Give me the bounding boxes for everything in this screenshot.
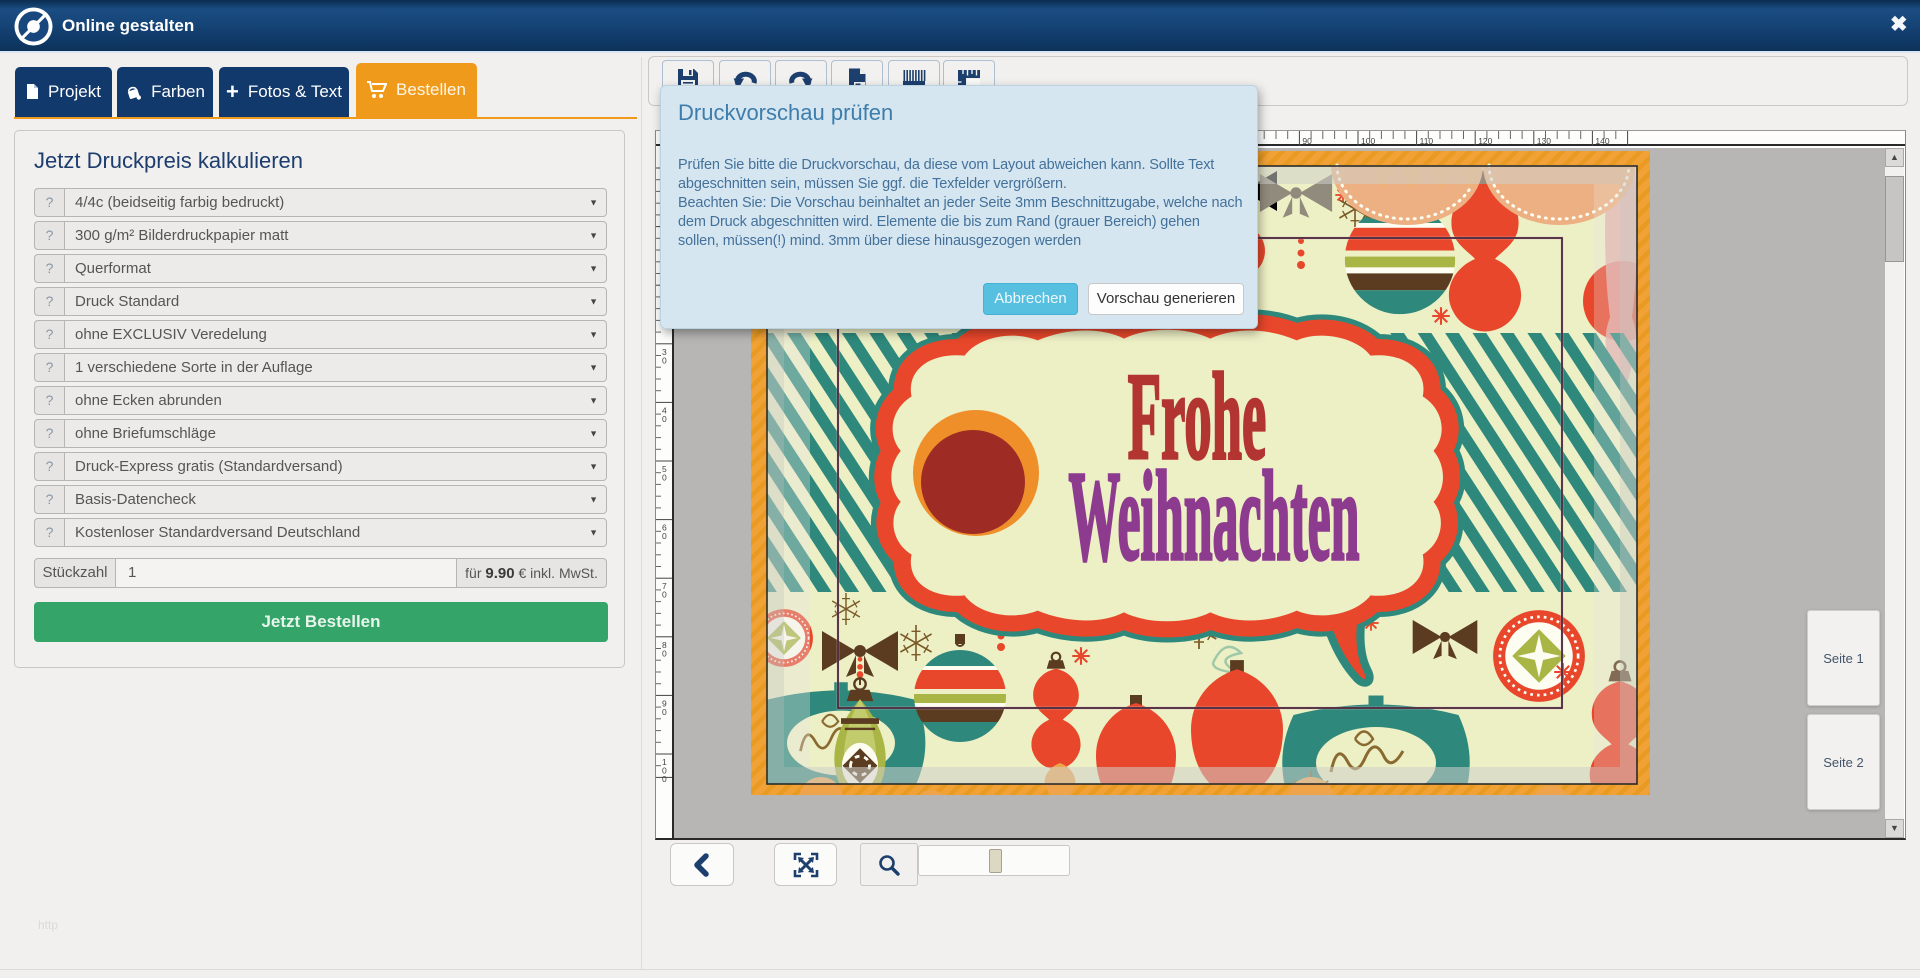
svg-text:140: 140 xyxy=(1595,136,1609,146)
svg-text:0: 0 xyxy=(662,707,667,717)
svg-text:0: 0 xyxy=(662,590,667,600)
svg-text:0: 0 xyxy=(662,414,667,424)
svg-text:0: 0 xyxy=(662,774,667,784)
svg-text:0: 0 xyxy=(662,473,667,483)
svg-text:0: 0 xyxy=(662,531,667,541)
svg-text:Weihnachten: Weihnachten xyxy=(1069,446,1360,588)
svg-text:0: 0 xyxy=(662,648,667,658)
svg-text:120: 120 xyxy=(1478,136,1492,146)
svg-text:130: 130 xyxy=(1537,136,1551,146)
svg-text:100: 100 xyxy=(1361,136,1375,146)
svg-text:110: 110 xyxy=(1420,136,1434,146)
svg-text:0: 0 xyxy=(662,355,667,365)
